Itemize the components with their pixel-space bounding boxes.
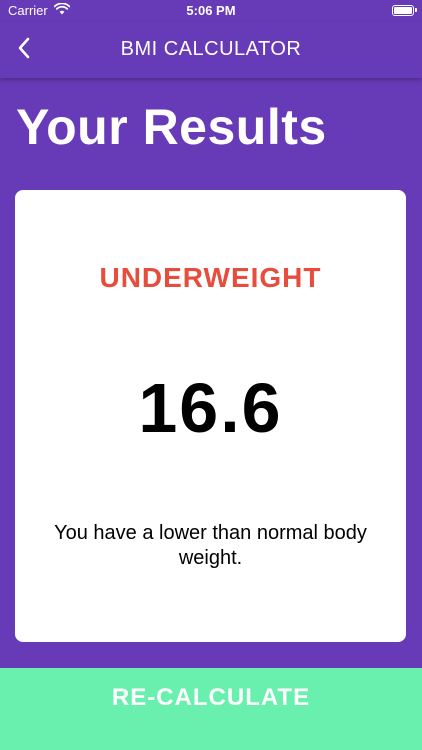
status-time: 5:06 PM — [186, 3, 236, 18]
app-bar: BMI CALCULATOR — [0, 22, 422, 78]
result-category: UNDERWEIGHT — [99, 262, 322, 293]
status-bar: Carrier 5:06 PM — [0, 0, 422, 22]
app-title: BMI CALCULATOR — [120, 38, 302, 60]
bmi-interpretation: You have a lower than normal body weight… — [54, 522, 367, 569]
bmi-value: 16.6 — [138, 369, 283, 447]
battery-icon — [392, 5, 417, 16]
recalculate-button[interactable]: RE-CALCULATE — [0, 668, 422, 750]
recalculate-label: RE-CALCULATE — [111, 684, 311, 711]
page-title: Your Results — [16, 99, 327, 155]
result-card: UNDERWEIGHT 16.6 You have a lower than n… — [15, 190, 406, 642]
